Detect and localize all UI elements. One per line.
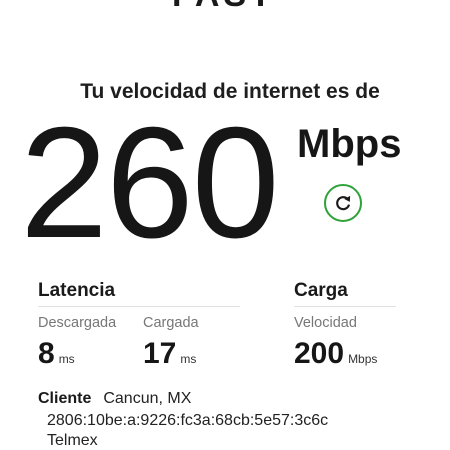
speed-test-page: FAST Tu velocidad de internet es de 260 … xyxy=(0,0,450,450)
latency-download-label: Descargada xyxy=(38,315,117,331)
upload-speed-number: 200 xyxy=(294,337,345,370)
client-location: Cancun, MX xyxy=(103,390,192,407)
refresh-icon xyxy=(336,195,351,211)
upload-title: Carga xyxy=(294,280,348,301)
latency-title: Latencia xyxy=(38,280,116,301)
latency-upload-value: 17 ms xyxy=(143,337,196,376)
client-ip-address: 2806:10be:a:9226:fc3a:68cb:5e57:3c6c xyxy=(47,412,329,429)
client-info: Cliente Cancun, MX xyxy=(38,389,191,409)
upload-divider xyxy=(294,306,396,307)
download-speed-unit: Mbps xyxy=(297,122,402,166)
fast-logo: FAST xyxy=(172,0,275,12)
upload-speed-value: 200 Mbps xyxy=(294,337,377,376)
latency-download-value: 8 ms xyxy=(38,337,75,376)
latency-divider xyxy=(38,306,240,307)
latency-upload-unit: ms xyxy=(180,352,197,366)
latency-upload-label: Cargada xyxy=(143,315,199,331)
latency-upload-number: 17 xyxy=(143,337,177,370)
client-label: Cliente xyxy=(38,390,92,407)
upload-speed-unit: Mbps xyxy=(348,352,378,366)
refresh-button[interactable] xyxy=(324,184,362,222)
latency-download-number: 8 xyxy=(38,337,55,370)
client-isp: Telmex xyxy=(47,432,98,449)
upload-speed-label: Velocidad xyxy=(294,315,357,331)
latency-download-unit: ms xyxy=(58,352,75,366)
download-speed-value: 260 xyxy=(20,95,280,271)
